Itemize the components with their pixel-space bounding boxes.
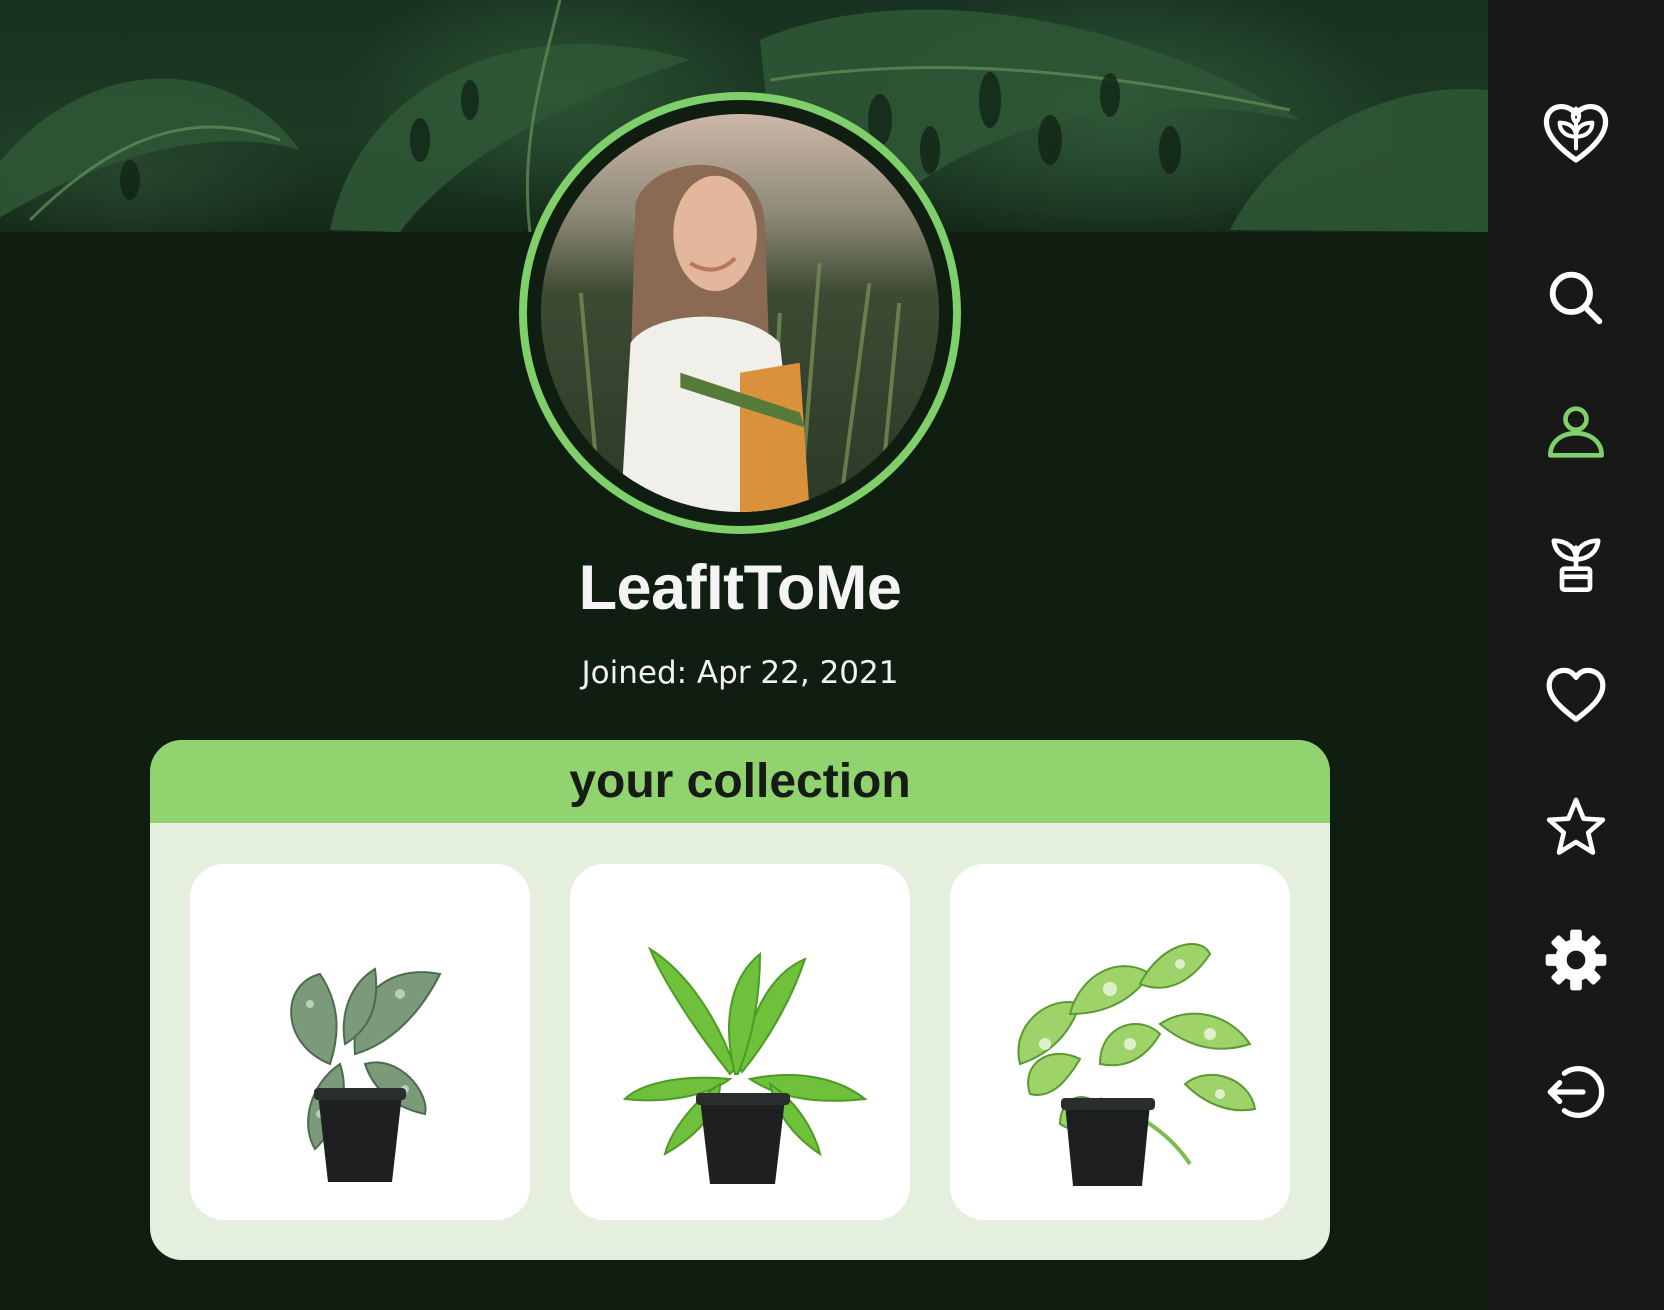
collection-title: your collection	[150, 740, 1330, 823]
collection-panel: your collection	[150, 740, 1330, 1260]
nav-plants[interactable]	[1536, 524, 1616, 604]
profile-avatar[interactable]	[519, 92, 961, 534]
birds-nest-fern-potted-plant	[622, 946, 868, 1184]
nav-profile[interactable]	[1536, 392, 1616, 472]
avatar-photo	[527, 100, 953, 526]
heart-icon	[1546, 667, 1606, 722]
plant-card[interactable]	[570, 864, 910, 1220]
calathea-potted-plant	[290, 967, 442, 1182]
logout-icon	[1547, 1066, 1605, 1118]
nav-search[interactable]	[1536, 258, 1616, 338]
gear-icon	[1545, 929, 1607, 991]
nav-home-logo[interactable]	[1536, 92, 1616, 172]
profile-joined-date: Joined: Apr 22, 2021	[581, 655, 899, 691]
potted-plant-icon	[1551, 538, 1601, 592]
search-icon	[1549, 271, 1603, 325]
star-icon	[1546, 797, 1606, 855]
plant-card[interactable]	[190, 864, 530, 1220]
leaf-heart-logo-icon	[1543, 103, 1609, 163]
pothos-potted-plant	[1017, 943, 1257, 1186]
nav-logout[interactable]	[1536, 1052, 1616, 1132]
nav-starred[interactable]	[1536, 788, 1616, 868]
sidebar-nav	[1488, 0, 1664, 1310]
profile-main: LeafItToMe Joined: Apr 22, 2021 your col…	[0, 0, 1488, 1310]
user-icon	[1548, 406, 1604, 458]
nav-favorites[interactable]	[1536, 656, 1616, 736]
profile-username: LeafItToMe	[578, 553, 902, 623]
plant-card[interactable]	[950, 864, 1290, 1220]
nav-settings[interactable]	[1536, 920, 1616, 1000]
